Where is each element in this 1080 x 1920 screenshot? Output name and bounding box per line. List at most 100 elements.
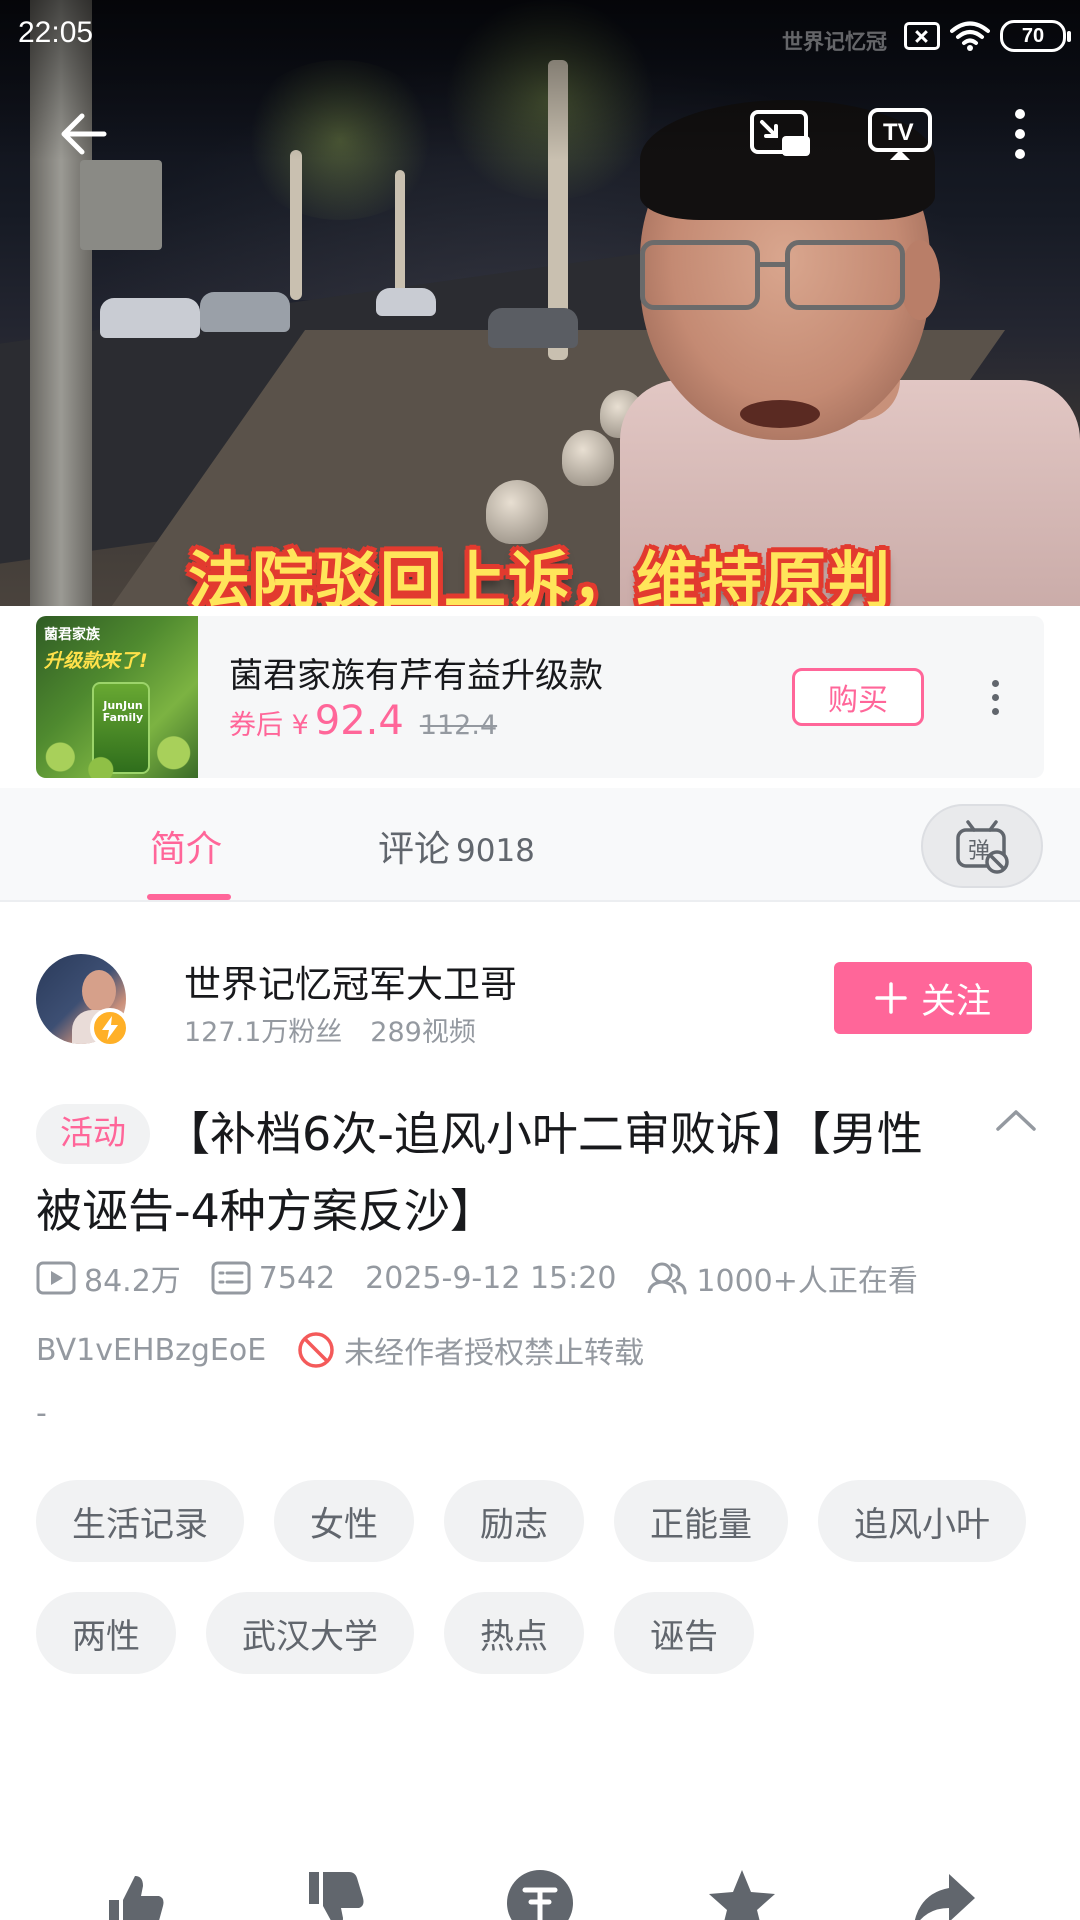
cast-button[interactable] — [744, 98, 816, 170]
dislike-icon — [309, 1872, 364, 1920]
follow-label: 关注 — [920, 981, 991, 1022]
collapse-button[interactable] — [990, 1098, 1042, 1142]
action-bar — [0, 1860, 1080, 1920]
tag-chip[interactable]: 励志 — [444, 1480, 584, 1562]
tag-chip[interactable]: 两性 — [36, 1592, 176, 1674]
detail-tabs: 简介 评论 9018 弹 — [0, 788, 1080, 902]
product-ad-card[interactable]: 菌君家族 升级款来了! JunJun Family 菌君家族有芹有益升级款 券后… — [36, 616, 1044, 778]
comments-count: 9018 — [456, 833, 535, 869]
video-person-glasses-bridge — [760, 262, 790, 267]
play-count: 84.2万 — [36, 1256, 181, 1300]
share-icon — [914, 1874, 975, 1920]
video-tags: 生活记录 女性 励志 正能量 追风小叶 两性 武汉大学 热点 诬告 — [36, 1480, 1036, 1674]
tag-chip[interactable]: 武汉大学 — [206, 1592, 414, 1674]
video-person-mouth — [740, 400, 820, 428]
like-icon — [109, 1876, 164, 1920]
verified-badge — [90, 1008, 130, 1048]
no-repost-icon — [298, 1332, 334, 1368]
danmaku-count-value: 7542 — [258, 1260, 336, 1296]
tag-chip[interactable]: 女性 — [274, 1480, 414, 1562]
video-subtitle: 法院驳回上诉，维持原判 — [187, 544, 892, 606]
danmaku-count: 7542 — [211, 1261, 335, 1296]
product-title[interactable]: 菌君家族有芹有益升级款 — [229, 648, 603, 697]
activity-tag[interactable]: 活动 — [36, 1104, 150, 1164]
coin-icon — [507, 1870, 573, 1920]
tag-chip[interactable]: 热点 — [444, 1592, 584, 1674]
tv-projection-button[interactable]: TV — [864, 98, 936, 170]
video-scene-car — [100, 298, 200, 338]
video-meta-row-2: BV1vEHBzgEoE 未经作者授权禁止转载 — [36, 1330, 645, 1371]
watching-now: 1000+人正在看 — [646, 1256, 918, 1300]
cast-icon — [750, 110, 810, 156]
follow-button[interactable]: 关注 — [834, 962, 1032, 1034]
back-button[interactable] — [48, 98, 120, 170]
tv-icon: TV — [868, 108, 932, 160]
product-limes-image — [36, 736, 198, 778]
danmaku-count-icon — [211, 1261, 251, 1295]
product-thumbnail[interactable]: 菌君家族 升级款来了! JunJun Family — [36, 616, 198, 778]
price-prefix: 券后 ¥ — [229, 710, 309, 741]
video-scene-car — [488, 308, 578, 348]
video-description: - — [36, 1396, 47, 1431]
viewers-icon — [647, 1262, 687, 1295]
video-scene-tree — [290, 150, 302, 300]
publish-time: 2025-9-12 15:20 — [365, 1261, 616, 1296]
back-arrow-icon — [61, 113, 107, 155]
product-price-row: 券后 ¥ 92.4 112.4 — [229, 698, 497, 744]
video-scene-car — [376, 288, 436, 316]
video-title: 【补档6次-追风小叶二审败诉】【男性被诬告-4种方案反沙】 — [36, 1107, 923, 1238]
dislike-button[interactable] — [296, 1868, 376, 1920]
plus-icon — [875, 982, 907, 1014]
status-icons: 70 — [904, 18, 1071, 54]
play-count-value: 84.2万 — [84, 1264, 181, 1299]
copyright-notice: 未经作者授权禁止转载 — [344, 1336, 645, 1371]
video-person-glasses — [640, 240, 760, 310]
tag-chip[interactable]: 正能量 — [614, 1480, 788, 1562]
uploader-name[interactable]: 世界记忆冠军大卫哥 — [184, 954, 517, 1008]
active-tab-indicator — [147, 894, 231, 900]
uploader-stats: 127.1万粉丝 289视频 — [184, 1010, 476, 1049]
more-options-button[interactable] — [984, 98, 1056, 170]
more-dot — [991, 679, 999, 687]
video-watermark: 世界记忆冠 — [782, 30, 887, 54]
favorite-icon — [709, 1870, 775, 1920]
more-dot — [991, 707, 999, 715]
video-scene-tree — [395, 170, 405, 300]
more-dot — [991, 693, 999, 701]
video-person-glasses — [785, 240, 905, 310]
tab-intro[interactable]: 简介 — [150, 820, 222, 872]
product-thumb-brand: 菌君家族 — [44, 627, 100, 643]
coin-button[interactable] — [500, 1868, 580, 1920]
video-scene-pole-box — [80, 160, 162, 250]
tag-chip[interactable]: 追风小叶 — [818, 1480, 1026, 1562]
product-price: 92.4 — [314, 698, 404, 744]
video-person-ear — [900, 240, 940, 320]
tab-comments-label: 评论 — [378, 829, 451, 870]
play-count-icon — [36, 1261, 76, 1295]
product-original-price: 112.4 — [419, 710, 498, 741]
more-vertical-icon — [1015, 109, 1025, 159]
fans-count: 127.1万粉丝 — [184, 1017, 343, 1048]
video-scene-car — [200, 292, 290, 332]
no-sim-icon — [904, 22, 940, 50]
wifi-icon — [950, 21, 990, 51]
video-player[interactable]: 法院驳回上诉，维持原判 世界记忆冠 22:05 70 TV — [0, 0, 1080, 606]
battery-indicator: 70 — [1000, 20, 1071, 52]
product-thumb-promo: 升级款来了! — [44, 650, 148, 672]
tag-chip[interactable]: 生活记录 — [36, 1480, 244, 1562]
svg-text:TV: TV — [883, 119, 914, 146]
tag-chip[interactable]: 诬告 — [614, 1592, 754, 1674]
danmaku-toggle-button[interactable]: 弹 — [921, 804, 1043, 888]
like-button[interactable] — [96, 1868, 176, 1920]
watching-value: 1000+人正在看 — [696, 1264, 918, 1299]
chevron-up-icon — [996, 1110, 1036, 1131]
lightning-icon — [102, 1016, 118, 1040]
favorite-button[interactable] — [702, 1868, 782, 1920]
share-button[interactable] — [904, 1868, 984, 1920]
tab-comments[interactable]: 评论 9018 — [378, 820, 535, 872]
video-title-block: 活动 【补档6次-追风小叶二审败诉】【男性被诬告-4种方案反沙】 — [36, 1096, 956, 1250]
ad-more-button[interactable] — [980, 670, 1010, 724]
video-count: 289视频 — [370, 1017, 476, 1048]
bvid[interactable]: BV1vEHBzgEoE — [36, 1333, 266, 1368]
buy-button[interactable]: 购买 — [792, 668, 924, 726]
